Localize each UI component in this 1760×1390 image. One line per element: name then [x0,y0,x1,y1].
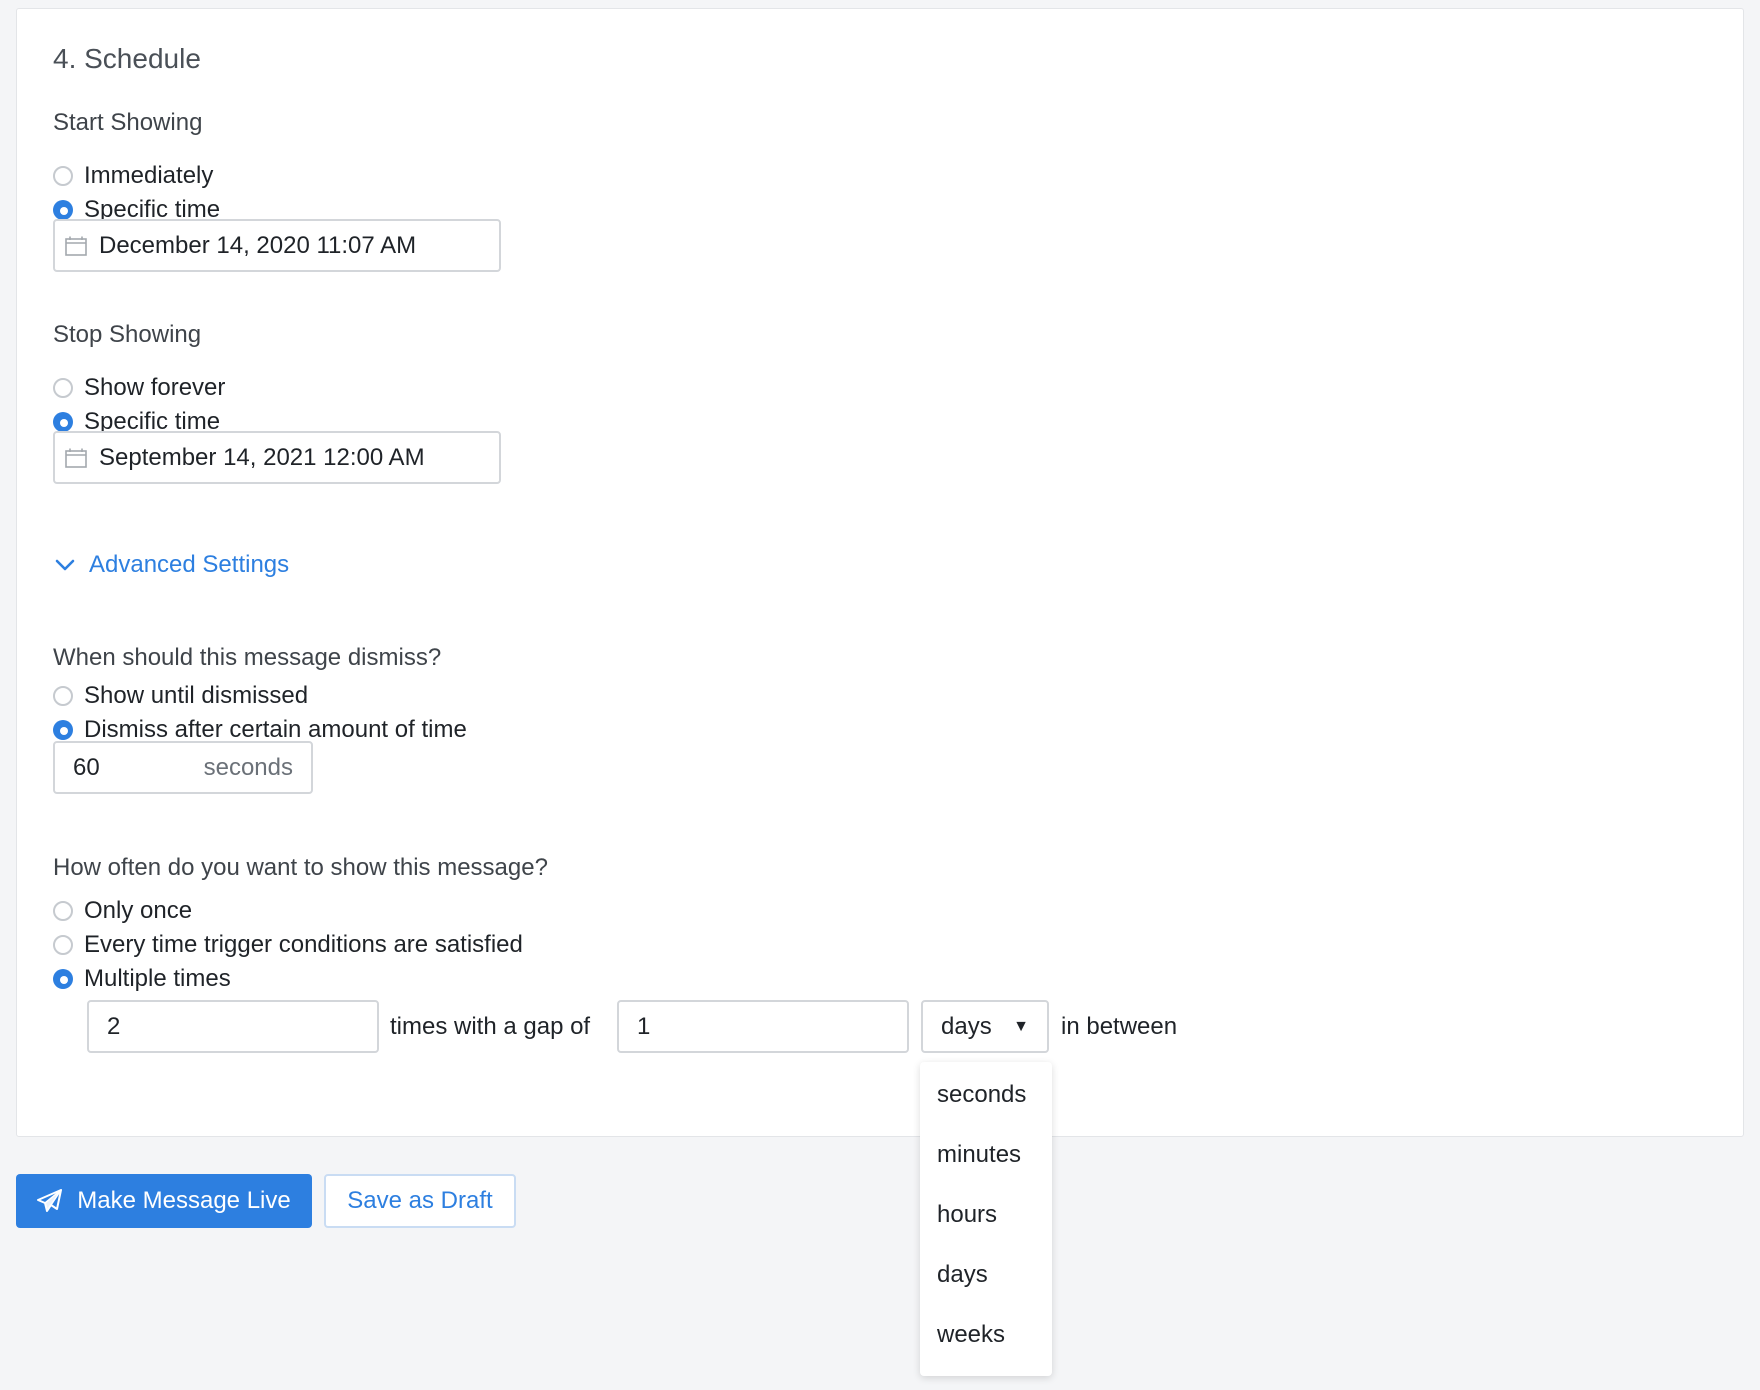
dismiss-question: When should this message dismiss? [53,644,442,671]
radio-every-time[interactable]: Every time trigger conditions are satisf… [53,931,523,959]
dropdown-option-seconds[interactable]: seconds [920,1072,1052,1132]
gap-unit-select[interactable]: days ▼ [921,1000,1049,1053]
radio-label: Immediately [84,162,214,189]
gap-unit-value: days [941,1012,992,1040]
gap-unit-dropdown: seconds minutes hours days weeks [920,1062,1052,1376]
chevron-down-icon [55,559,75,571]
radio-unchecked-icon[interactable] [53,686,73,706]
radio-unchecked-icon[interactable] [53,901,73,921]
radio-label: Dismiss after certain amount of time [84,716,467,743]
start-datetime-input[interactable]: December 14, 2020 11:07 AM [53,219,501,272]
save-as-draft-button[interactable]: Save as Draft [324,1174,516,1228]
caret-down-icon: ▼ [1013,1017,1029,1035]
radio-label: Show until dismissed [84,682,309,709]
advanced-settings-toggle[interactable]: Advanced Settings [55,551,289,579]
times-input[interactable]: 2 [87,1000,379,1053]
make-message-live-label: Make Message Live [77,1187,291,1214]
radio-label: Multiple times [84,965,231,992]
radio-immediately[interactable]: Immediately [53,162,213,190]
calendar-icon [65,236,87,256]
stop-showing-label: Stop Showing [53,321,202,348]
times-gap-label: times with a gap of [390,1013,591,1040]
radio-dismiss-after-time[interactable]: Dismiss after certain amount of time [53,716,467,744]
gap-value: 1 [637,1012,651,1040]
in-between-label: in between [1061,1013,1178,1040]
radio-multiple-times[interactable]: Multiple times [53,965,231,993]
start-showing-label: Start Showing [53,109,203,136]
radio-label: Show forever [84,374,226,401]
section-title: 4. Schedule [53,43,201,74]
radio-checked-icon[interactable] [53,200,73,220]
dismiss-value: 60 [73,753,100,781]
dropdown-option-weeks[interactable]: weeks [920,1312,1052,1372]
radio-checked-icon[interactable] [53,969,73,989]
dropdown-option-days[interactable]: days [920,1252,1052,1312]
stop-datetime-value: September 14, 2021 12:00 AM [99,443,425,471]
frequency-question: How often do you want to show this messa… [53,854,548,881]
times-value: 2 [107,1012,121,1040]
save-as-draft-label: Save as Draft [347,1187,493,1214]
radio-checked-icon[interactable] [53,720,73,740]
make-message-live-button[interactable]: Make Message Live [16,1174,312,1228]
start-datetime-value: December 14, 2020 11:07 AM [99,231,417,259]
schedule-card: 4. Schedule Start Showing Immediately Sp… [16,8,1744,1137]
radio-unchecked-icon[interactable] [53,935,73,955]
dismiss-unit-suffix: seconds [203,753,293,781]
radio-unchecked-icon[interactable] [53,378,73,398]
paper-plane-icon [37,1189,63,1212]
radio-checked-icon[interactable] [53,412,73,432]
dropdown-option-minutes[interactable]: minutes [920,1132,1052,1192]
dismiss-seconds-input[interactable]: 60 seconds [53,741,313,794]
radio-label: Every time trigger conditions are satisf… [84,931,523,958]
stop-datetime-input[interactable]: September 14, 2021 12:00 AM [53,431,501,484]
radio-show-until-dismissed[interactable]: Show until dismissed [53,682,308,710]
gap-input[interactable]: 1 [617,1000,909,1053]
dropdown-option-hours[interactable]: hours [920,1192,1052,1252]
calendar-icon [65,448,87,468]
radio-label: Only once [84,897,193,924]
radio-only-once[interactable]: Only once [53,897,192,925]
radio-show-forever[interactable]: Show forever [53,374,225,402]
radio-unchecked-icon[interactable] [53,166,73,186]
advanced-settings-label: Advanced Settings [89,551,290,578]
